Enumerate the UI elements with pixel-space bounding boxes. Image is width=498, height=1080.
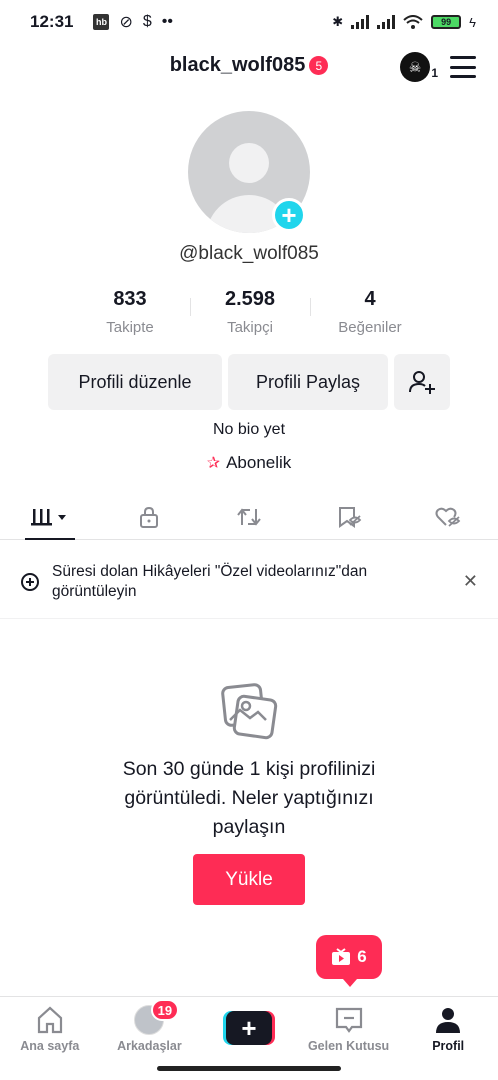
nav-profile-label: Profil xyxy=(432,1039,465,1053)
live-count: 6 xyxy=(357,947,367,966)
app-notification-icon: hb xyxy=(93,14,110,30)
videos-grid-icon xyxy=(30,508,66,525)
tab-videos[interactable] xyxy=(0,494,100,540)
nav-friends[interactable]: 19 Arkadaşlar xyxy=(100,997,200,1058)
subscription-star-icon: ✰ xyxy=(206,455,221,472)
followers-stat[interactable]: 2.598 Takipçi xyxy=(190,288,310,336)
nav-inbox-label: Gelen Kutusu xyxy=(307,1039,390,1053)
home-icon xyxy=(37,1006,62,1034)
profile-icon xyxy=(436,1008,461,1033)
share-profile-button[interactable]: Profili Paylaş xyxy=(228,354,388,410)
battery-icon: 99 xyxy=(431,15,462,29)
add-photo-button[interactable]: + xyxy=(272,198,306,232)
banner-text: Süresi dolan Hikâyeleri "Özel videoların… xyxy=(52,562,368,600)
bio-text[interactable]: No bio yet xyxy=(0,421,498,439)
heart-hidden-icon xyxy=(435,507,461,527)
status-bar: 12:31 hb ⊘ $ •• ✱ 99 ϟ xyxy=(0,0,498,44)
more-dots-icon: •• xyxy=(161,13,173,30)
bottom-navigation: Ana sayfa 19 Arkadaşlar + Gelen Kutusu P… xyxy=(0,996,498,1058)
plus-icon: + xyxy=(225,1011,272,1045)
add-user-icon xyxy=(409,371,435,394)
stories-banner[interactable]: Süresi dolan Hikâyeleri "Özel videoların… xyxy=(0,545,498,619)
profile-actions: Profili düzenle Profili Paylaş xyxy=(48,354,450,410)
close-icon[interactable]: ✕ xyxy=(463,571,478,592)
wifi-icon xyxy=(403,14,423,29)
friends-badge: 19 xyxy=(150,999,180,1021)
sync-icon: ⊘ xyxy=(119,14,133,31)
signal-icon xyxy=(351,15,370,29)
username-title[interactable]: black_wolf085 xyxy=(170,54,306,77)
creator-avatar-icon[interactable]: ☠ xyxy=(400,52,430,82)
bookmark-hidden-icon xyxy=(338,506,361,528)
add-friend-button[interactable] xyxy=(394,354,450,410)
nav-create[interactable]: + xyxy=(199,997,299,1058)
nav-home-label: Ana sayfa xyxy=(20,1039,80,1053)
tab-reposts[interactable] xyxy=(199,494,299,539)
repost-icon xyxy=(237,507,261,526)
creator-count: 1 xyxy=(431,66,438,80)
account-notification-badge: 5 xyxy=(309,56,329,75)
story-add-icon xyxy=(21,572,39,591)
create-button[interactable]: + xyxy=(222,1011,275,1045)
empty-state-message: Son 30 günde 1 kişi profilinizi görüntül… xyxy=(122,758,376,838)
likes-label: Beğeniler xyxy=(338,319,402,336)
signal-icon-2 xyxy=(377,15,396,29)
photo-gallery-icon xyxy=(221,683,278,740)
live-badge[interactable]: 6 xyxy=(316,935,382,987)
home-indicator[interactable] xyxy=(157,1066,341,1071)
likes-stat[interactable]: 4 Beğeniler xyxy=(310,288,430,336)
subscription-label: Abonelik xyxy=(226,453,292,472)
dollar-icon: $ xyxy=(142,13,152,30)
likes-count: 4 xyxy=(364,288,376,310)
profile-header: black_wolf085 5 ☠ 1 xyxy=(0,48,498,88)
nav-inbox[interactable]: Gelen Kutusu xyxy=(299,997,399,1058)
subscription-link[interactable]: ✰ Abonelik xyxy=(0,453,498,473)
tab-favorites[interactable] xyxy=(299,494,399,539)
inbox-icon xyxy=(335,1007,362,1033)
following-stat[interactable]: 833 Takipte xyxy=(70,288,190,336)
upload-button[interactable]: Yükle xyxy=(193,854,305,905)
menu-icon[interactable] xyxy=(450,56,476,78)
tab-private[interactable] xyxy=(100,494,200,539)
profile-handle: @black_wolf085 xyxy=(179,243,319,264)
nav-home[interactable]: Ana sayfa xyxy=(0,997,100,1058)
status-time: 12:31 xyxy=(30,12,74,31)
lock-icon xyxy=(140,506,159,528)
following-count: 833 xyxy=(113,288,147,310)
charging-icon: ϟ xyxy=(469,14,476,30)
tv-icon xyxy=(332,948,351,965)
profile-stats: 833 Takipte 2.598 Takipçi 4 Beğeniler xyxy=(70,288,430,336)
edit-profile-button[interactable]: Profili düzenle xyxy=(48,354,222,410)
tab-liked[interactable] xyxy=(398,494,498,539)
followers-label: Takipçi xyxy=(227,319,273,336)
nav-profile[interactable]: Profil xyxy=(398,997,498,1058)
followers-count: 2.598 xyxy=(224,288,276,310)
bluetooth-icon: ✱ xyxy=(332,14,344,29)
content-tabs xyxy=(0,494,498,540)
nav-friends-label: Arkadaşlar xyxy=(117,1039,182,1053)
following-label: Takipte xyxy=(106,319,154,336)
